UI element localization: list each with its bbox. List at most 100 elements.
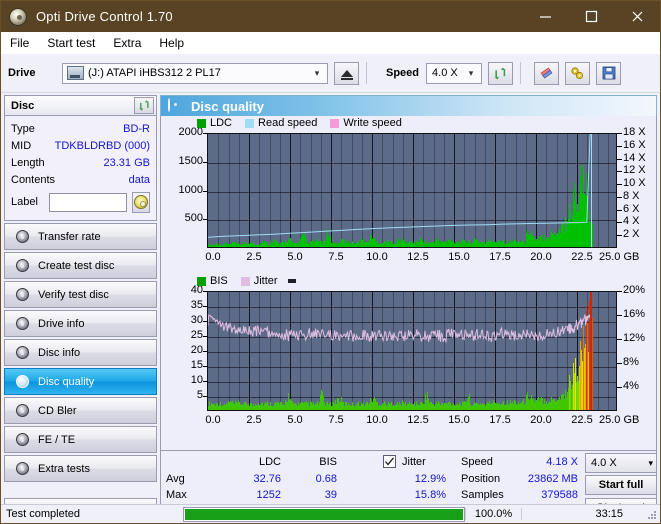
disc-row-key: Contents: [11, 173, 56, 186]
close-button[interactable]: [614, 1, 660, 32]
sidebar-item-label: Verify test disc: [38, 288, 109, 301]
y-axis-tick-label: 25: [190, 329, 203, 341]
chevron-down-icon: ▾: [314, 67, 320, 78]
sidebar-item-label: Drive info: [38, 317, 85, 330]
y-axis-tick-mark: [203, 396, 207, 397]
y-axis-tick-mark: [203, 321, 207, 322]
toolbar: Drive (J:) ATAPI iHBS312 2 PL17 ▾ Speed …: [1, 54, 660, 93]
erase-button[interactable]: [534, 61, 560, 85]
drive-select[interactable]: (J:) ATAPI iHBS312 2 PL17 ▾: [62, 62, 328, 84]
disc-icon: [14, 374, 30, 390]
read-speed-end-marker: [591, 134, 592, 247]
menu-item-help[interactable]: Help: [159, 34, 193, 52]
sidebar-item-label: CD Bler: [38, 404, 77, 417]
stats-value-ldc: 32.76: [253, 473, 281, 485]
disc-icon: [133, 195, 148, 209]
legend-label: Read speed: [258, 117, 318, 129]
x-axis-tick-label: 20.0: [530, 251, 552, 263]
y-axis-tick-label: 30: [190, 314, 203, 326]
x-axis-tick-label: 17.5: [489, 251, 511, 263]
x-axis-tick-label: 22.5: [571, 251, 593, 263]
legend-label: BIS: [210, 275, 228, 287]
x-axis-tick-label: 5.0: [287, 251, 303, 263]
stats-header-jitter: Jitter: [402, 456, 426, 468]
y-axis-tick-mark: [203, 381, 207, 382]
tools-icon: [571, 66, 584, 79]
chevron-down-icon: ▾: [468, 67, 474, 78]
disc-row-length: Length 23.31 GB: [11, 154, 150, 171]
sidebar-item-transfer-rate[interactable]: Transfer rate: [4, 223, 157, 250]
x-axis-tick-label: 25.0 GB: [599, 414, 640, 426]
stats-value-bis: 0.68: [315, 473, 337, 485]
legend-swatch: [240, 276, 250, 286]
y-axis-tick-label: 5: [196, 389, 203, 401]
eject-button[interactable]: [334, 61, 359, 85]
disc-label-browse-button[interactable]: [131, 191, 150, 213]
disc-icon: [14, 461, 30, 477]
legend-swatch: [197, 118, 206, 128]
refresh-icon: [138, 100, 149, 111]
disc-row-key: Length: [11, 156, 45, 169]
legend-swatch: [197, 276, 206, 286]
menu-item-file[interactable]: File: [10, 34, 38, 52]
stats-value-jitter: 12.9%: [414, 473, 446, 485]
y2-axis-tick-label: 2 X: [623, 228, 640, 241]
eraser-icon: [540, 67, 553, 79]
minimize-button[interactable]: [522, 1, 568, 32]
y2-axis-tick-label: 18 X: [623, 126, 646, 138]
save-button[interactable]: [596, 61, 622, 85]
disc-refresh-button[interactable]: [134, 97, 154, 114]
jitter-checkbox[interactable]: [383, 455, 396, 468]
disc-row-value: data: [128, 173, 150, 186]
chart-line-jitter: [208, 313, 591, 344]
disc-row-value: 23.31 GB: [103, 156, 150, 169]
menu-item-start-test[interactable]: Start test: [47, 34, 104, 52]
y-axis-tick-label: 35: [190, 299, 203, 311]
x-axis-tick-label: 10.0: [366, 251, 388, 263]
sidebar-item-label: Create test disc: [38, 259, 115, 272]
menu-item-extra[interactable]: Extra: [113, 34, 150, 52]
sidebar-item-drive-info[interactable]: Drive info: [4, 310, 157, 337]
y2-axis-tick-mark: [617, 339, 622, 340]
y-axis-tick-label: 10: [190, 374, 203, 386]
disc-icon: [14, 403, 30, 419]
main-body: Disc Type BD-R MID TDKBLDRBD (000) Lengt…: [1, 93, 660, 523]
resize-grip-icon[interactable]: [646, 509, 658, 521]
start-full-button[interactable]: Start full: [585, 475, 657, 495]
sidebar-item-disc-info[interactable]: Disc info: [4, 339, 157, 366]
legend-label: Jitter: [253, 275, 278, 287]
chart-line-read-speed: [208, 134, 591, 238]
floppy-save-icon: [602, 66, 615, 80]
x-axis-tick-label: 0.0: [205, 251, 221, 263]
charts-container: LDC Read speed Write speed 500 1000 1500 2000…: [160, 116, 657, 451]
y2-axis-tick-label: 12 X: [623, 164, 646, 177]
chart-ldc-readspeed: LDC Read speed Write speed 500 1000 1500 2000…: [161, 116, 656, 274]
sidebar-item-create-test-disc[interactable]: Create test disc: [4, 252, 157, 279]
y2-axis-tick-label: 6 X: [623, 202, 640, 215]
stats-header-ldc: LDC: [258, 456, 281, 468]
refresh-icon: [494, 67, 506, 79]
x-axis-tick-label: 7.5: [328, 414, 344, 426]
tools-button[interactable]: [565, 61, 591, 85]
x-axis-tick-label: 17.5: [489, 414, 511, 426]
disc-label-input[interactable]: [48, 192, 127, 212]
result-speed-select[interactable]: 4.0 X ▾: [585, 453, 657, 473]
speed-select[interactable]: 4.0 X ▾: [426, 62, 483, 84]
refresh-button[interactable]: [488, 61, 514, 85]
stats-value-jitter: 15.8%: [414, 489, 446, 501]
y-axis-tick-label: 15: [190, 359, 203, 371]
y2-axis-tick-mark: [617, 209, 622, 211]
sidebar-item-cd-bler[interactable]: CD Bler: [4, 397, 157, 424]
x-axis-tick-label: 5.0: [287, 414, 303, 426]
sidebar-item-extra-tests[interactable]: Extra tests: [4, 455, 157, 482]
sidebar-item-fe-te[interactable]: FE / TE: [4, 426, 157, 453]
title-bar: Opti Drive Control 1.70: [1, 1, 660, 32]
bis-max-marker: [590, 292, 592, 410]
disc-row-mid: MID TDKBLDRBD (000): [11, 137, 150, 154]
stats-row-label: Max: [166, 489, 187, 501]
sidebar-item-verify-test-disc[interactable]: Verify test disc: [4, 281, 157, 308]
maximize-button[interactable]: [568, 1, 614, 32]
stats-row-label: Avg: [166, 473, 185, 485]
sidebar-item-disc-quality[interactable]: Disc quality: [4, 368, 157, 395]
y2-axis-tick-label: 14 X: [623, 151, 646, 164]
